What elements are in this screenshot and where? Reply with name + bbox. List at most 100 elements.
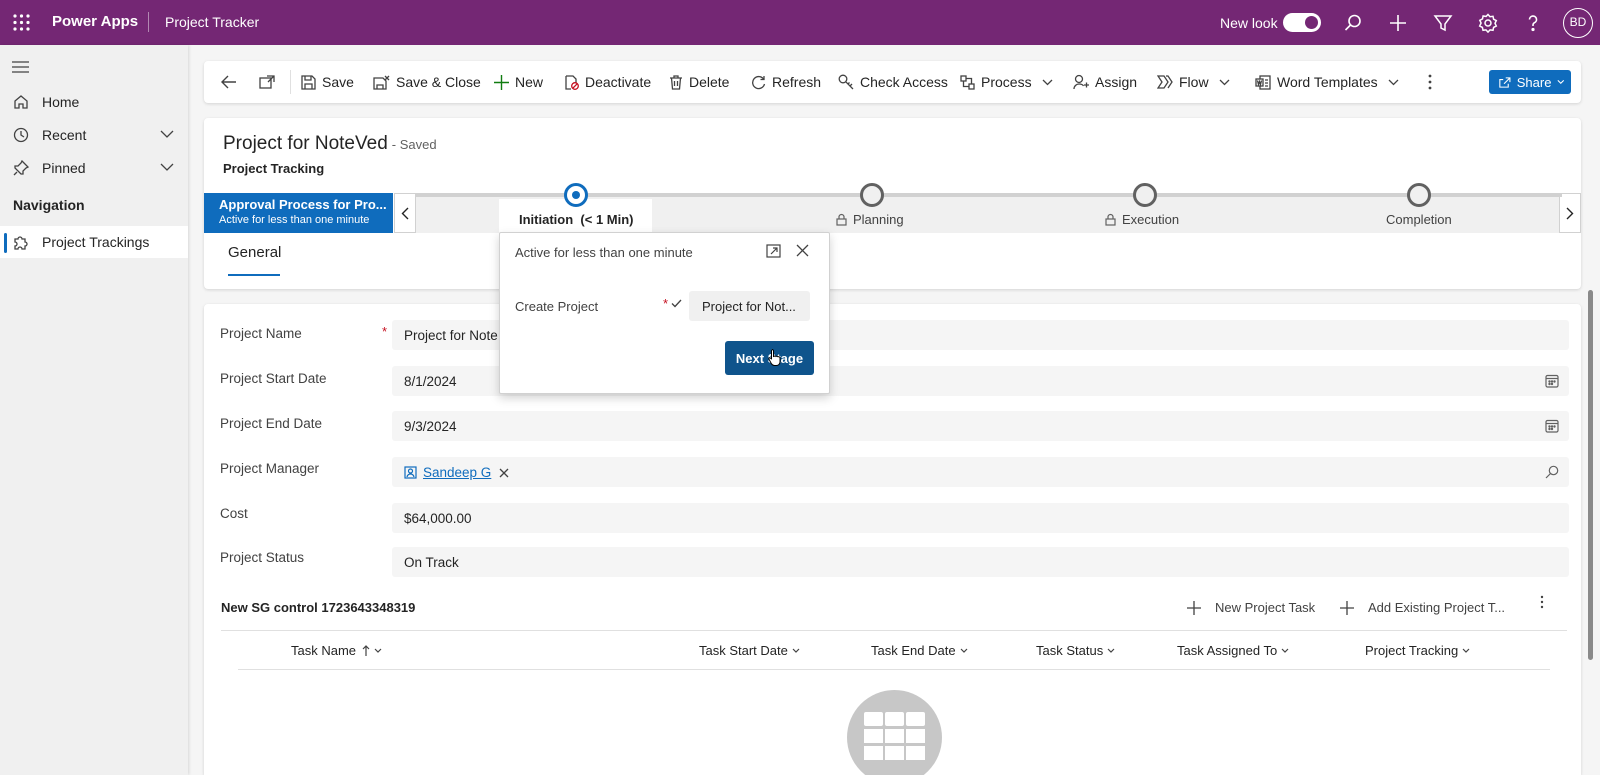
sidebar-item-project-trackings[interactable]: Project Trackings <box>0 226 188 258</box>
help-icon[interactable] <box>1523 13 1543 33</box>
sidebar-item-label: Recent <box>42 127 87 143</box>
hamburger-icon[interactable] <box>12 60 29 74</box>
stage-execution[interactable]: Execution <box>1105 212 1179 227</box>
cost-label: Cost <box>220 506 248 521</box>
column-label: Task Name <box>291 643 357 658</box>
check-access-label: Check Access <box>860 74 948 90</box>
hand-cursor-icon <box>768 348 782 366</box>
check-access-button[interactable]: Check Access <box>838 61 948 103</box>
tab-general[interactable]: General <box>228 244 281 261</box>
word-icon <box>1255 74 1271 90</box>
sidebar-item-recent[interactable]: Recent <box>0 119 188 151</box>
back-button[interactable] <box>221 61 243 103</box>
refresh-label: Refresh <box>772 74 822 90</box>
more-vertical-icon <box>1540 595 1544 609</box>
assign-label: Assign <box>1095 74 1138 90</box>
filter-icon[interactable] <box>1433 13 1453 33</box>
chevron-down-icon <box>792 648 800 653</box>
end-date-value: 9/3/2024 <box>404 419 457 434</box>
column-project-tracking[interactable]: Project Tracking <box>1365 643 1470 658</box>
chevron-down-icon[interactable] <box>160 163 174 171</box>
stage-label: Completion <box>1386 212 1452 227</box>
project-start-date-label: Project Start Date <box>220 371 327 386</box>
deactivate-button[interactable]: Deactivate <box>564 61 651 103</box>
column-task-start-date[interactable]: Task Start Date <box>699 643 800 658</box>
word-templates-button[interactable]: Word Templates <box>1255 61 1399 103</box>
save-and-close-button[interactable]: Save & Close <box>373 61 481 103</box>
add-existing-task-button[interactable]: Add Existing Project T... <box>1340 600 1505 615</box>
stage-completion-circle[interactable] <box>1407 183 1431 207</box>
home-icon <box>13 94 29 110</box>
deactivate-icon <box>565 74 579 90</box>
search-icon[interactable] <box>1343 13 1363 33</box>
calendar-icon <box>1545 374 1559 388</box>
project-status-label: Project Status <box>220 550 305 565</box>
share-button[interactable]: Share <box>1489 70 1571 94</box>
project-manager-lookup[interactable]: Sandeep G <box>392 457 1569 487</box>
waffle-icon[interactable] <box>13 14 30 31</box>
chevron-down-icon[interactable] <box>160 130 174 138</box>
stage-initiation[interactable]: Initiation (< 1 Min) <box>519 212 634 227</box>
column-task-name[interactable]: Task Name <box>291 643 382 658</box>
column-task-assigned-to[interactable]: Task Assigned To <box>1177 643 1289 658</box>
clock-icon <box>13 127 29 143</box>
new-look-toggle[interactable] <box>1283 13 1321 32</box>
sidebar-item-home[interactable]: Home <box>0 86 188 118</box>
page-scrollbar[interactable] <box>1588 290 1593 660</box>
more-commands-button[interactable] <box>1428 61 1438 103</box>
required-indicator: * <box>663 296 669 311</box>
create-project-field[interactable]: Project for Not... <box>689 291 810 321</box>
bpf-process-flyout-button[interactable]: Approval Process for Pro... Active for l… <box>204 193 393 233</box>
settings-icon[interactable] <box>1478 13 1498 33</box>
project-end-date-field[interactable]: 9/3/2024 <box>392 411 1569 441</box>
grid-top-border <box>221 630 1567 631</box>
delete-button[interactable]: Delete <box>669 61 729 103</box>
lock-icon <box>1105 213 1116 226</box>
navigation-heading: Navigation <box>13 197 85 213</box>
bpf-next-button[interactable] <box>1559 193 1581 233</box>
save-button[interactable]: Save <box>301 61 354 103</box>
chevron-down-icon <box>1281 648 1289 653</box>
column-task-status[interactable]: Task Status <box>1036 643 1115 658</box>
stage-planning-circle[interactable] <box>860 183 884 207</box>
cost-field[interactable]: $64,000.00 <box>392 503 1569 533</box>
subgrid-more-button[interactable] <box>1540 595 1558 609</box>
entity-name: Project Tracking <box>223 161 325 176</box>
dock-icon[interactable] <box>766 244 781 258</box>
bpf-prev-button[interactable] <box>394 193 416 233</box>
user-avatar[interactable]: BD <box>1563 8 1593 38</box>
stage-label: Initiation <box>519 212 574 227</box>
stage-completion[interactable]: Completion <box>1386 212 1452 227</box>
close-icon[interactable] <box>796 244 809 257</box>
new-project-task-button[interactable]: New Project Task <box>1187 600 1315 615</box>
project-status-field[interactable]: On Track <box>392 547 1569 577</box>
word-templates-label: Word Templates <box>1277 74 1378 90</box>
column-task-end-date[interactable]: Task End Date <box>871 643 968 658</box>
assign-button[interactable]: Assign <box>1073 61 1137 103</box>
project-manager-link[interactable]: Sandeep G <box>423 465 491 480</box>
record-header: Project for NoteVed - Saved Project Track… <box>204 118 1581 289</box>
app-name[interactable]: Power Apps <box>52 13 138 30</box>
chevron-down-icon <box>1219 79 1230 85</box>
refresh-button[interactable]: Refresh <box>751 61 821 103</box>
flow-button[interactable]: Flow <box>1157 61 1230 103</box>
chevron-down-icon <box>374 648 382 653</box>
sidebar-item-pinned[interactable]: Pinned <box>0 152 188 184</box>
bpf-process-status: Active for less than one minute <box>219 214 370 226</box>
subgrid-title: New SG control 1723643348319 <box>221 600 416 615</box>
stage-initiation-circle[interactable] <box>564 183 588 207</box>
stage-execution-circle[interactable] <box>1133 183 1157 207</box>
open-new-window-button[interactable] <box>259 61 281 103</box>
contact-card-icon <box>404 465 417 479</box>
column-label: Task Start Date <box>699 643 788 658</box>
new-button[interactable]: New <box>494 61 543 103</box>
empty-grid-icon <box>847 690 942 775</box>
puzzle-icon <box>13 234 29 250</box>
chevron-down-icon <box>1557 79 1565 85</box>
deactivate-label: Deactivate <box>585 74 652 90</box>
stage-planning[interactable]: Planning <box>836 212 904 227</box>
active-indicator <box>4 233 7 253</box>
sidebar: Home Recent Pinned Navigation Project Tr… <box>0 45 188 775</box>
process-button[interactable]: Process <box>960 61 1053 103</box>
plus-icon[interactable] <box>1388 13 1408 33</box>
